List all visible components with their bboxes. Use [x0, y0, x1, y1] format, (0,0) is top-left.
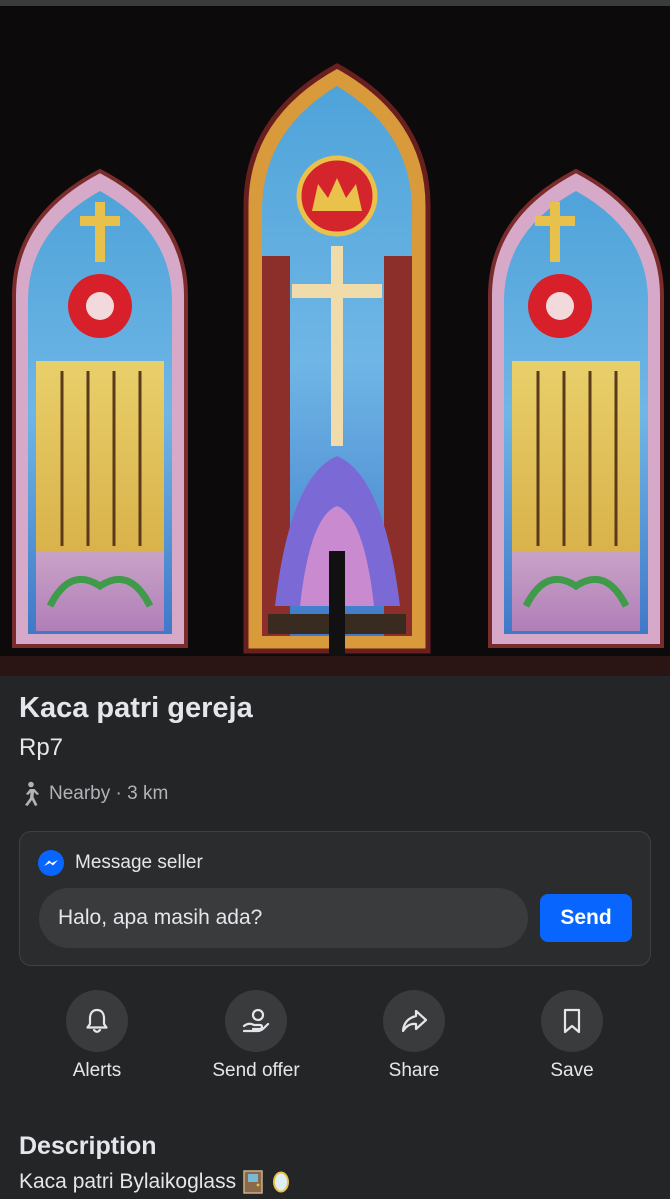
share-button[interactable]: Share — [349, 990, 479, 1082]
action-bar: Alerts Send offer Share Save — [0, 990, 670, 1090]
listing-title: Kaca patri gereja — [19, 692, 253, 724]
send-offer-label: Send offer — [212, 1060, 300, 1081]
listing-photo[interactable] — [0, 6, 670, 676]
location-text: Nearby · 3 km — [49, 783, 169, 804]
send-offer-icon-circle[interactable] — [225, 990, 287, 1052]
alerts-label: Alerts — [72, 1060, 122, 1081]
share-icon — [401, 1009, 428, 1033]
bookmark-icon — [563, 1008, 581, 1034]
offer-icon — [242, 1008, 270, 1033]
listing-location: Nearby · 3 km — [19, 780, 168, 808]
messenger-icon — [38, 850, 64, 876]
bell-icon — [86, 1008, 108, 1033]
stained-glass-image — [0, 6, 670, 676]
save-button[interactable]: Save — [507, 990, 637, 1082]
description-emojis — [242, 1170, 292, 1194]
alerts-button[interactable]: Alerts — [32, 990, 162, 1082]
alerts-icon-circle[interactable] — [66, 990, 128, 1052]
walking-icon — [25, 781, 39, 806]
share-icon-circle[interactable] — [383, 990, 445, 1052]
message-input[interactable] — [39, 888, 528, 948]
description-heading: Description — [19, 1132, 157, 1160]
share-label: Share — [388, 1060, 440, 1081]
description-text-row: Kaca patri Bylaikoglass — [19, 1170, 292, 1194]
save-label: Save — [550, 1060, 594, 1081]
mirror-icon — [273, 1171, 290, 1193]
message-seller-label: Message seller — [75, 852, 203, 873]
message-seller-header: Message seller — [38, 850, 203, 876]
save-icon-circle[interactable] — [541, 990, 603, 1052]
listing-price: Rp7 — [19, 734, 64, 761]
send-button[interactable]: Send — [540, 894, 632, 942]
door-icon — [243, 1170, 263, 1194]
send-offer-button[interactable]: Send offer — [191, 990, 321, 1082]
description-text: Kaca patri Bylaikoglass — [19, 1170, 237, 1193]
message-seller-card: Message seller Send — [19, 831, 651, 966]
